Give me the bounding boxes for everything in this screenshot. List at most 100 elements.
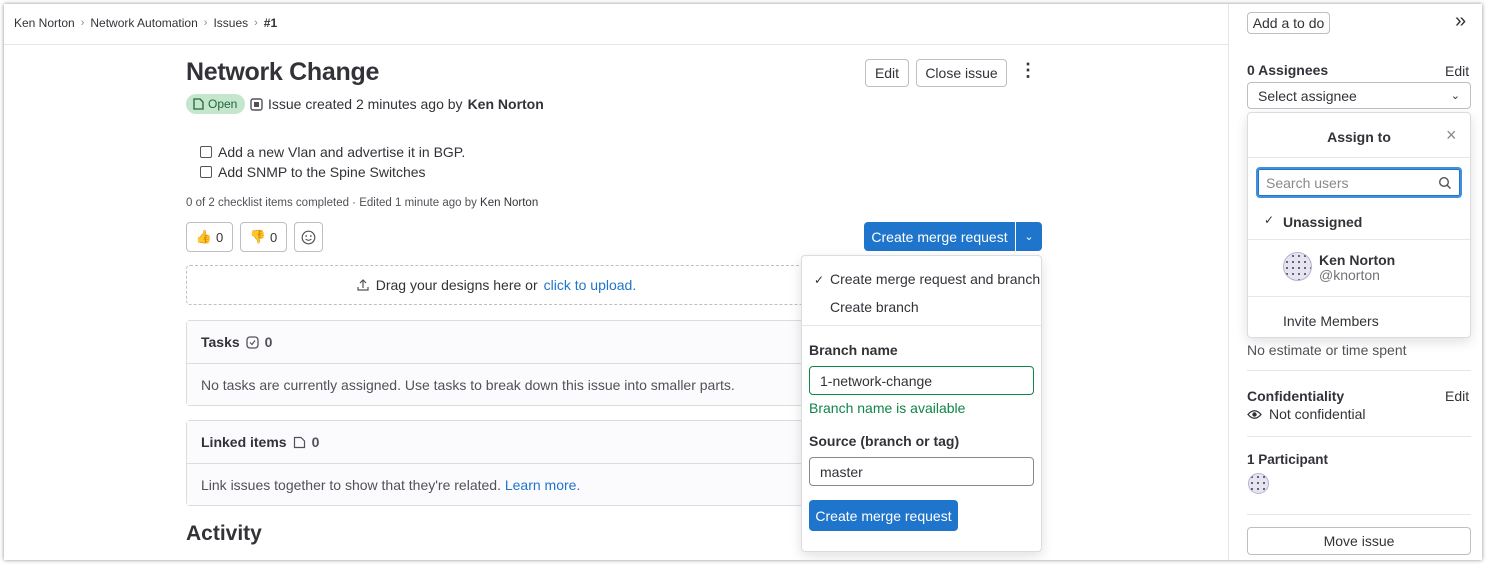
page-title: Network Change xyxy=(186,58,380,86)
popover-divider xyxy=(1248,296,1470,297)
breadcrumb-issues[interactable]: Issues xyxy=(213,16,248,30)
invite-members-link[interactable]: Invite Members xyxy=(1283,313,1379,329)
move-issue-button[interactable]: Move issue xyxy=(1247,527,1471,555)
chevron-down-icon: ⌄ xyxy=(1450,90,1460,102)
chevron-down-icon[interactable]: ⌄ xyxy=(1016,222,1042,251)
checkbox[interactable] xyxy=(200,166,212,178)
linked-items-count: 0 xyxy=(311,434,320,450)
select-assignee-label: Select assignee xyxy=(1258,87,1357,104)
confidentiality-edit-link[interactable]: Edit xyxy=(1445,388,1469,404)
create-merge-request-button[interactable]: Create merge request xyxy=(864,222,1015,251)
thumbs-down-icon: 👎 xyxy=(249,229,266,244)
option-create-branch[interactable]: Create branch xyxy=(830,299,919,315)
collapse-sidebar-icon[interactable]: » xyxy=(1455,10,1466,33)
edited-by-link[interactable]: Ken Norton xyxy=(480,197,538,209)
sidebar-divider xyxy=(1247,436,1471,437)
select-assignee-dropdown[interactable]: Select assignee ⌄ xyxy=(1247,82,1471,109)
branch-name-label: Branch name xyxy=(809,342,898,358)
sidebar-divider xyxy=(1247,514,1471,515)
thumbs-up-icon: 👍 xyxy=(195,229,212,244)
thumbs-up-count: 0 xyxy=(215,229,224,245)
source-label: Source (branch or tag) xyxy=(809,433,960,449)
source-input[interactable]: master xyxy=(809,457,1034,486)
checkbox[interactable] xyxy=(200,146,212,158)
design-dropzone[interactable]: Drag your designs here or click to uploa… xyxy=(186,265,806,305)
assignees-edit-link[interactable]: Edit xyxy=(1445,63,1469,79)
tasks-empty-text: No tasks are currently assigned. Use tas… xyxy=(187,364,805,405)
tasks-count: 0 xyxy=(264,334,273,350)
linked-items-header: Linked items 0 xyxy=(187,421,805,464)
tasks-card: Tasks 0 No tasks are currently assigned.… xyxy=(186,320,806,406)
participants-title: 1 Participant xyxy=(1247,452,1329,467)
search-icon xyxy=(1438,176,1451,189)
smiley-icon xyxy=(301,230,316,244)
option-create-mr-and-branch[interactable]: Create merge request and branch xyxy=(830,271,1040,287)
status-badge: Open xyxy=(186,94,245,114)
close-issue-button[interactable]: Close issue xyxy=(916,59,1007,87)
checklist-label: Add SNMP to the Spine Switches xyxy=(218,164,426,180)
issue-page: Ken Norton › Network Automation › Issues… xyxy=(4,4,1482,560)
thumbs-up-button[interactable]: 👍 0 xyxy=(186,222,233,252)
breadcrumb: Ken Norton › Network Automation › Issues… xyxy=(14,16,277,30)
breadcrumb-user[interactable]: Ken Norton xyxy=(14,16,75,30)
unassigned-option[interactable]: Unassigned xyxy=(1283,214,1362,230)
tasks-header: Tasks 0 xyxy=(187,321,805,364)
chevron-right-icon: › xyxy=(254,17,258,29)
upload-icon xyxy=(357,279,369,291)
time-tracking-text: No estimate or time spent xyxy=(1247,342,1407,358)
add-todo-button[interactable]: Add a to do xyxy=(1247,12,1330,34)
linked-items-body: Link issues together to show that they'r… xyxy=(187,464,805,505)
avatar xyxy=(1283,252,1312,281)
created-text: Issue created 2 minutes ago by xyxy=(268,96,463,112)
breadcrumb-current[interactable]: #1 xyxy=(264,16,277,30)
tasks-title: Tasks xyxy=(201,334,240,350)
eye-icon xyxy=(1247,409,1262,419)
user-handle: @knorton xyxy=(1319,267,1380,283)
add-reaction-button[interactable] xyxy=(294,222,323,252)
submit-merge-request-button[interactable]: Create merge request xyxy=(809,500,958,531)
assignees-title: 0 Assignees xyxy=(1247,62,1329,78)
branch-status-text: Branch name is available xyxy=(809,400,966,416)
checklist-item: Add a new Vlan and advertise it in BGP. xyxy=(200,144,465,160)
search-users-placeholder: Search users xyxy=(1266,174,1349,191)
confidentiality-value: Not confidential xyxy=(1269,406,1366,422)
search-users-input[interactable]: Search users xyxy=(1256,167,1462,198)
edit-button[interactable]: Edit xyxy=(865,59,909,87)
confidentiality-title: Confidentiality xyxy=(1247,388,1345,404)
popover-divider xyxy=(1248,239,1470,240)
thumbs-down-count: 0 xyxy=(269,229,278,245)
status-label: Open xyxy=(208,97,238,111)
chevron-right-icon: › xyxy=(203,17,208,29)
dropdown-divider xyxy=(802,325,1041,326)
sidebar-divider xyxy=(1247,370,1471,371)
author-link[interactable]: Ken Norton xyxy=(468,96,544,112)
branch-name-input[interactable]: 1-network-change xyxy=(809,366,1034,395)
activity-heading: Activity xyxy=(186,522,262,545)
linked-items-text: Link issues together to show that they'r… xyxy=(201,476,501,493)
learn-more-link[interactable]: Learn more. xyxy=(505,477,580,493)
dropzone-text: Drag your designs here or xyxy=(375,277,538,293)
thumbs-down-button[interactable]: 👎 0 xyxy=(240,222,287,252)
linked-items-card: Linked items 0 Link issues together to s… xyxy=(186,420,806,506)
task-icon xyxy=(246,335,259,349)
right-sidebar: Add a to do » 0 Assignees Edit Select as… xyxy=(1228,4,1482,560)
check-icon: ✓ xyxy=(1264,213,1275,227)
popover-divider xyxy=(1248,157,1470,158)
checklist-label: Add a new Vlan and advertise it in BGP. xyxy=(218,144,466,160)
participant-avatar[interactable] xyxy=(1248,473,1269,494)
issue-open-icon xyxy=(193,98,204,110)
issue-meta: Issue created 2 minutes ago by Ken Norto… xyxy=(250,96,544,112)
edited-text: 0 of 2 checklist items completed · Edite… xyxy=(186,197,477,209)
linked-items-title: Linked items xyxy=(201,434,287,450)
breadcrumb-project[interactable]: Network Automation xyxy=(90,16,197,30)
edited-info: 0 of 2 checklist items completed · Edite… xyxy=(186,197,538,209)
close-icon[interactable]: × xyxy=(1446,125,1457,146)
header-divider xyxy=(4,44,1228,45)
upload-link[interactable]: click to upload. xyxy=(544,277,637,293)
issue-open-icon xyxy=(293,436,305,448)
user-name[interactable]: Ken Norton xyxy=(1319,252,1395,268)
check-icon: ✓ xyxy=(814,273,825,287)
assign-to-popover: Assign to × Search users ✓ Unassigned Ke… xyxy=(1247,112,1471,338)
assign-to-title: Assign to xyxy=(1327,129,1391,145)
more-actions-icon[interactable]: ⋮ xyxy=(1019,60,1037,86)
